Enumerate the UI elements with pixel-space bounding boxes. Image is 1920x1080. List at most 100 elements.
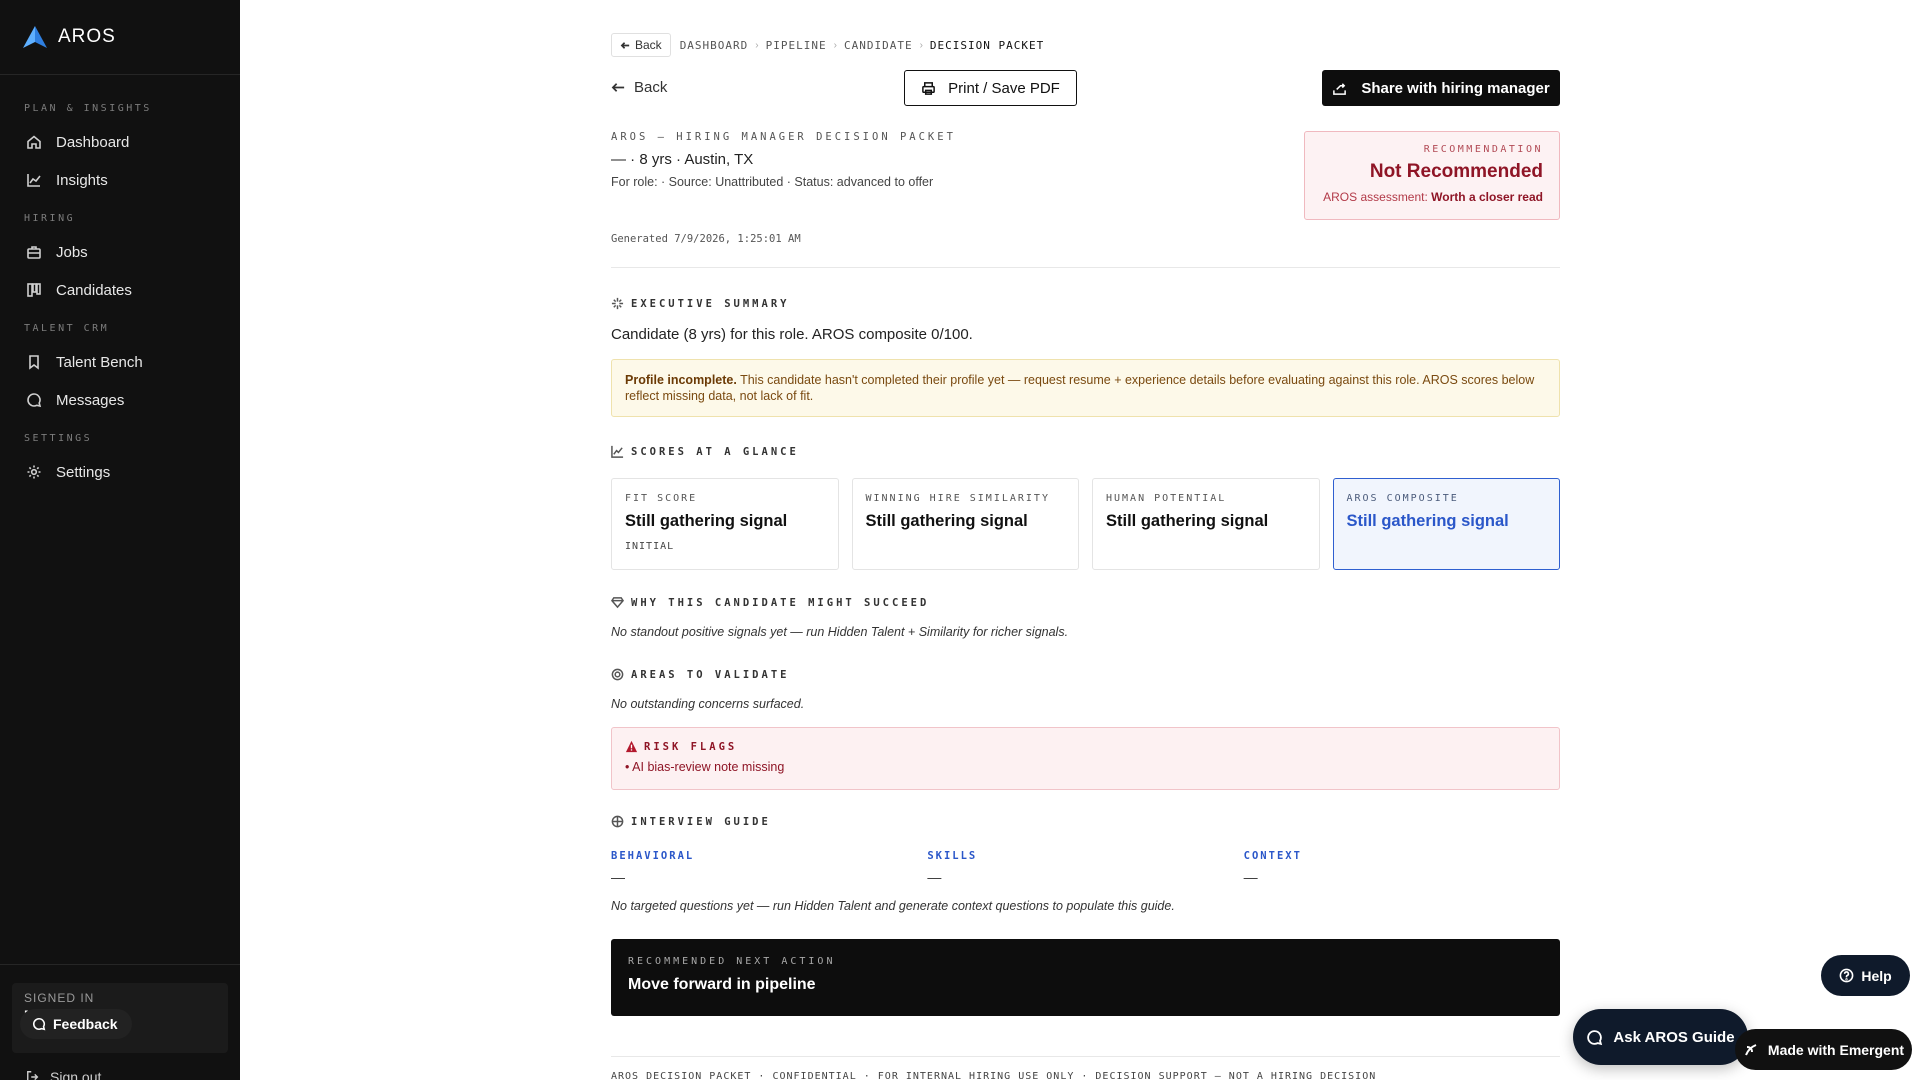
arrow-left-icon (611, 80, 634, 95)
breadcrumb-pipeline[interactable]: PIPELINE (766, 39, 827, 52)
warning-text: This candidate hasn't completed their pr… (625, 373, 1535, 403)
brand-name: AROS (58, 26, 116, 47)
feedback-icon (32, 1017, 53, 1031)
score-value: Still gathering signal (1346, 512, 1509, 530)
sign-out-button[interactable]: Sign out (26, 1069, 101, 1080)
section-title: INTERVIEW GUIDE (631, 815, 771, 828)
action-row: Back Print / Save PDF Share with hiring … (611, 70, 1560, 106)
score-card-aros-composite[interactable]: AROS COMPOSITE Still gathering signal (1332, 478, 1560, 570)
recommendation-card: RECOMMENDATION Not Recommended AROS asse… (1304, 131, 1560, 220)
sign-out-label: Sign out (50, 1069, 102, 1080)
recommendation-label: RECOMMENDATION (1423, 144, 1543, 155)
next-action-label: RECOMMENDED NEXT ACTION (628, 956, 836, 967)
share-label: Share with hiring manager (1361, 79, 1550, 97)
feedback-button[interactable]: Feedback (20, 1009, 132, 1039)
score-value: Still gathering signal (625, 512, 788, 530)
score-label: HUMAN POTENTIAL (1106, 493, 1227, 504)
guide-value: — (1243, 869, 1258, 885)
risk-flags-card: RISK FLAGS • AI bias-review note missing (611, 727, 1560, 790)
section-title: EXECUTIVE SUMMARY (631, 297, 790, 310)
guide-label: SKILLS (927, 850, 978, 862)
divider (611, 267, 1560, 268)
section-title: WHY THIS CANDIDATE MIGHT SUCCEED (631, 596, 930, 609)
ask-guide-label: Ask AROS Guide (1613, 1028, 1735, 1046)
sidebar-item-label: Insights (56, 171, 108, 189)
help-button[interactable]: Help (1821, 955, 1910, 996)
confidential-footer: AROS DECISION PACKET · CONFIDENTIAL · FO… (611, 1071, 1377, 1080)
briefcase-icon (26, 244, 42, 260)
nav-section-hiring: HIRING (24, 213, 76, 224)
executive-summary-heading: EXECUTIVE SUMMARY (611, 297, 789, 310)
sidebar-item-label: Messages (56, 391, 125, 409)
help-circle-icon (1839, 968, 1861, 983)
assessment-prefix: AROS assessment: (1323, 190, 1428, 204)
emergent-label: Made with Emergent (1767, 1041, 1905, 1058)
signed-in-label: SIGNED IN (24, 991, 95, 1005)
interview-guide-note: No targeted questions yet — run Hidden T… (611, 899, 1175, 913)
guide-col-context: CONTEXT — (1244, 850, 1560, 885)
breadcrumb-dashboard[interactable]: DASHBOARD (680, 39, 749, 52)
ask-aros-guide-button[interactable]: Ask AROS Guide (1573, 1009, 1748, 1065)
score-card-human-potential[interactable]: HUMAN POTENTIAL Still gathering signal (1092, 478, 1320, 570)
sidebar-item-messages[interactable]: Messages (0, 381, 240, 419)
printer-icon (921, 81, 948, 96)
sidebar-item-settings[interactable]: Settings (0, 453, 240, 491)
home-icon (26, 134, 42, 150)
sidebar-item-label: Dashboard (56, 133, 130, 151)
share-icon (1332, 81, 1361, 96)
assessment-value: Worth a closer read (1431, 190, 1543, 204)
print-save-pdf-button[interactable]: Print / Save PDF (904, 70, 1077, 106)
sparkle-icon (611, 297, 631, 310)
guide-label: BEHAVIORAL (611, 850, 695, 862)
breadcrumb-candidate[interactable]: CANDIDATE (844, 39, 913, 52)
guide-col-behavioral: BEHAVIORAL — (611, 850, 927, 885)
score-value: Still gathering signal (1106, 512, 1269, 530)
arrow-left-icon (620, 40, 635, 51)
chevron-right-icon: › (755, 39, 759, 51)
compass-icon (611, 815, 631, 828)
breadcrumb-decision-packet: DECISION PACKET (929, 38, 1045, 52)
guide-value: — (611, 869, 625, 885)
message-icon (26, 392, 42, 408)
profile-incomplete-warning: Profile incomplete. This candidate hasn'… (611, 359, 1560, 417)
back-label: Back (634, 79, 668, 96)
scores-heading: SCORES AT A GLANCE (611, 445, 799, 458)
sidebar-item-talent-bench[interactable]: Talent Bench (0, 343, 240, 381)
succeed-heading: WHY THIS CANDIDATE MIGHT SUCCEED (611, 596, 929, 609)
nav-section-talent-crm: TALENT CRM (24, 323, 110, 334)
target-icon (611, 668, 631, 681)
sidebar-item-dashboard[interactable]: Dashboard (0, 123, 240, 161)
validate-text: No outstanding concerns surfaced. (611, 697, 805, 711)
score-card-fit[interactable]: FIT SCORE Still gathering signal INITIAL (611, 478, 839, 570)
back-button[interactable]: Back (611, 79, 667, 96)
sidebar-item-jobs[interactable]: Jobs (0, 233, 240, 271)
aros-assessment: AROS assessment: Worth a closer read (1321, 190, 1543, 204)
breadcrumb: Back DASHBOARD › PIPELINE › CANDIDATE › … (611, 33, 1044, 57)
made-with-emergent-badge[interactable]: Made with Emergent (1735, 1029, 1912, 1070)
section-title: RISK FLAGS (644, 740, 738, 753)
executive-summary-text: Candidate (8 yrs) for this role. AROS co… (611, 326, 973, 343)
sidebar: AROS PLAN & INSIGHTS Dashboard Insights … (0, 0, 240, 1080)
score-card-winning-hire-similarity[interactable]: WINNING HIRE SIMILARITY Still gathering … (851, 478, 1079, 570)
sidebar-item-candidates[interactable]: Candidates (0, 271, 240, 309)
nav-section-settings: SETTINGS (24, 433, 93, 444)
breadcrumb-back-button[interactable]: Back (611, 33, 671, 57)
section-title: SCORES AT A GLANCE (631, 445, 799, 458)
sidebar-footer: SIGNED IN Morgan Reyes Feedback Sign out (0, 964, 240, 1080)
succeed-text: No standout positive signals yet — run H… (611, 625, 1069, 639)
risk-flags-heading: RISK FLAGS (625, 740, 1546, 753)
sign-out-icon (26, 1070, 50, 1080)
help-label: Help (1861, 967, 1892, 984)
brand[interactable]: AROS (0, 0, 240, 75)
interview-guide-columns: BEHAVIORAL — SKILLS — CONTEXT — (611, 850, 1560, 885)
chart-line-icon (26, 172, 42, 188)
risk-flag-item: • AI bias-review note missing (625, 760, 785, 774)
emergent-logo-icon (1743, 1042, 1768, 1058)
bookmark-icon (26, 354, 42, 370)
guide-col-skills: SKILLS — (927, 850, 1243, 885)
sidebar-item-label: Jobs (56, 243, 88, 261)
sidebar-item-insights[interactable]: Insights (0, 161, 240, 199)
chevron-right-icon: › (919, 39, 923, 51)
score-value: Still gathering signal (865, 512, 1028, 530)
share-with-hiring-manager-button[interactable]: Share with hiring manager (1322, 70, 1560, 106)
